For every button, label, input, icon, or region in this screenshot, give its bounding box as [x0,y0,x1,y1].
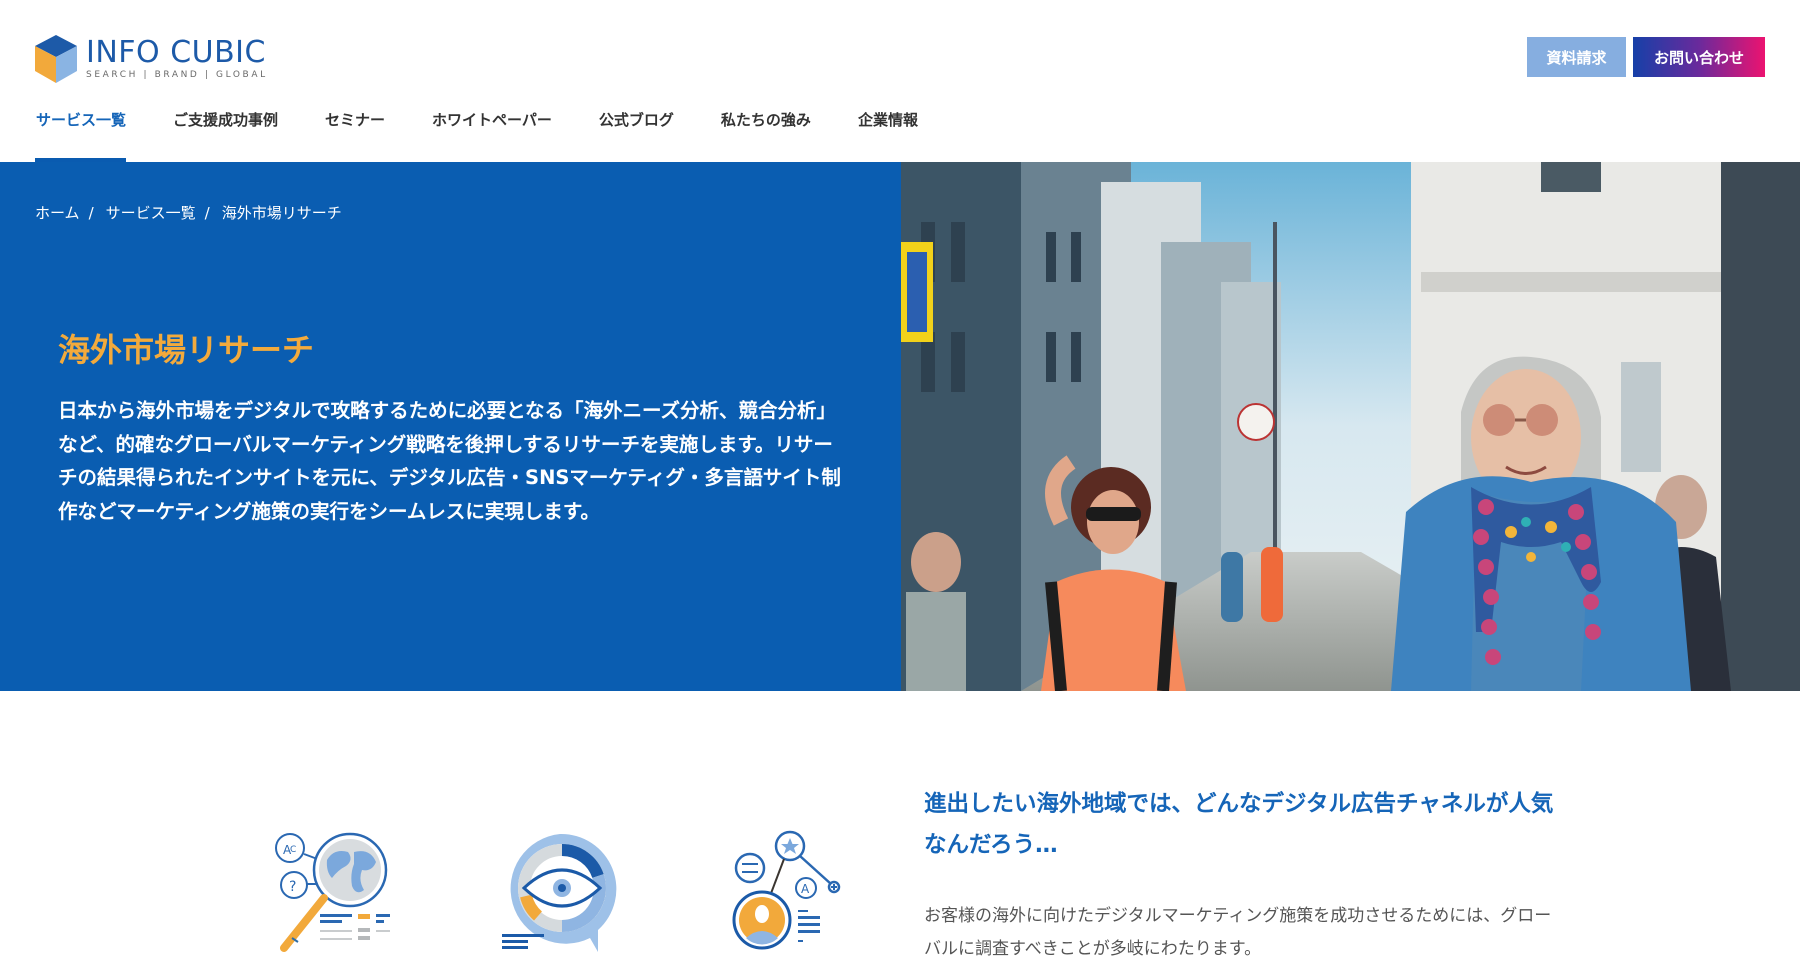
header-actions: 資料請求 お問い合わせ [1527,37,1765,77]
feature-body: お客様の海外に向けたデジタルマーケティング施策を成功させるためには、グローバルに… [924,906,1552,959]
globe-magnifier-icon: A C ? [275,832,390,952]
hero-description: 日本から海外市場をデジタルで攻略するために必要となる「海外ニーズ分析、競合分析」… [58,399,841,523]
eye-chart-icon [502,833,617,952]
site-header: INFO CUBIC SEARCH | BRAND | GLOBAL 資料請求 … [0,0,1800,162]
contact-button[interactable]: お問い合わせ [1633,37,1765,77]
svg-text:?: ? [289,879,296,895]
nav-item-case-studies[interactable]: ご支援成功事例 [173,108,278,162]
nav-item-seminars[interactable]: セミナー [325,108,385,162]
nav-item-whitepapers[interactable]: ホワイトペーパー [432,108,552,162]
breadcrumb-separator: / [204,203,210,222]
main-nav: サービス一覧 ご支援成功事例 セミナー ホワイトペーパー 公式ブログ 私たちの強… [34,108,965,162]
hero-photo [901,162,1800,691]
nav-item-services[interactable]: サービス一覧 [34,108,127,162]
cube-logo-icon [35,35,77,83]
nav-item-company[interactable]: 企業情報 [858,108,918,162]
svg-text:C: C [290,845,296,855]
nav-item-blog[interactable]: 公式ブログ [599,108,674,162]
hero-section: ホーム / サービス一覧 / 海外市場リサーチ 海外市場リサーチ 日本から海外市… [0,162,1800,691]
document-request-button[interactable]: 資料請求 [1527,37,1626,77]
breadcrumb-separator: / [88,203,94,222]
nav-item-strengths[interactable]: 私たちの強み [721,108,811,162]
breadcrumb: ホーム / サービス一覧 / 海外市場リサーチ [35,202,342,223]
logo-name: INFO CUBIC [86,35,266,70]
page-title: 海外市場リサーチ [58,331,315,369]
feature-heading: 進出したい海外地域では、どんなデジタル広告チャネルが人気なんだろう… [924,791,1554,858]
svg-text:A: A [801,882,810,896]
hero-text-panel: ホーム / サービス一覧 / 海外市場リサーチ 海外市場リサーチ 日本から海外市… [0,162,901,691]
logo-tagline: SEARCH | BRAND | GLOBAL [86,70,268,80]
breadcrumb-services[interactable]: サービス一覧 [106,202,196,223]
street-photo-image [901,162,1800,691]
breadcrumb-home[interactable]: ホーム [35,202,80,223]
user-network-icon: A [732,830,841,950]
logo-link[interactable]: INFO CUBIC SEARCH | BRAND | GLOBAL [35,34,268,84]
breadcrumb-current: 海外市場リサーチ [221,204,342,222]
